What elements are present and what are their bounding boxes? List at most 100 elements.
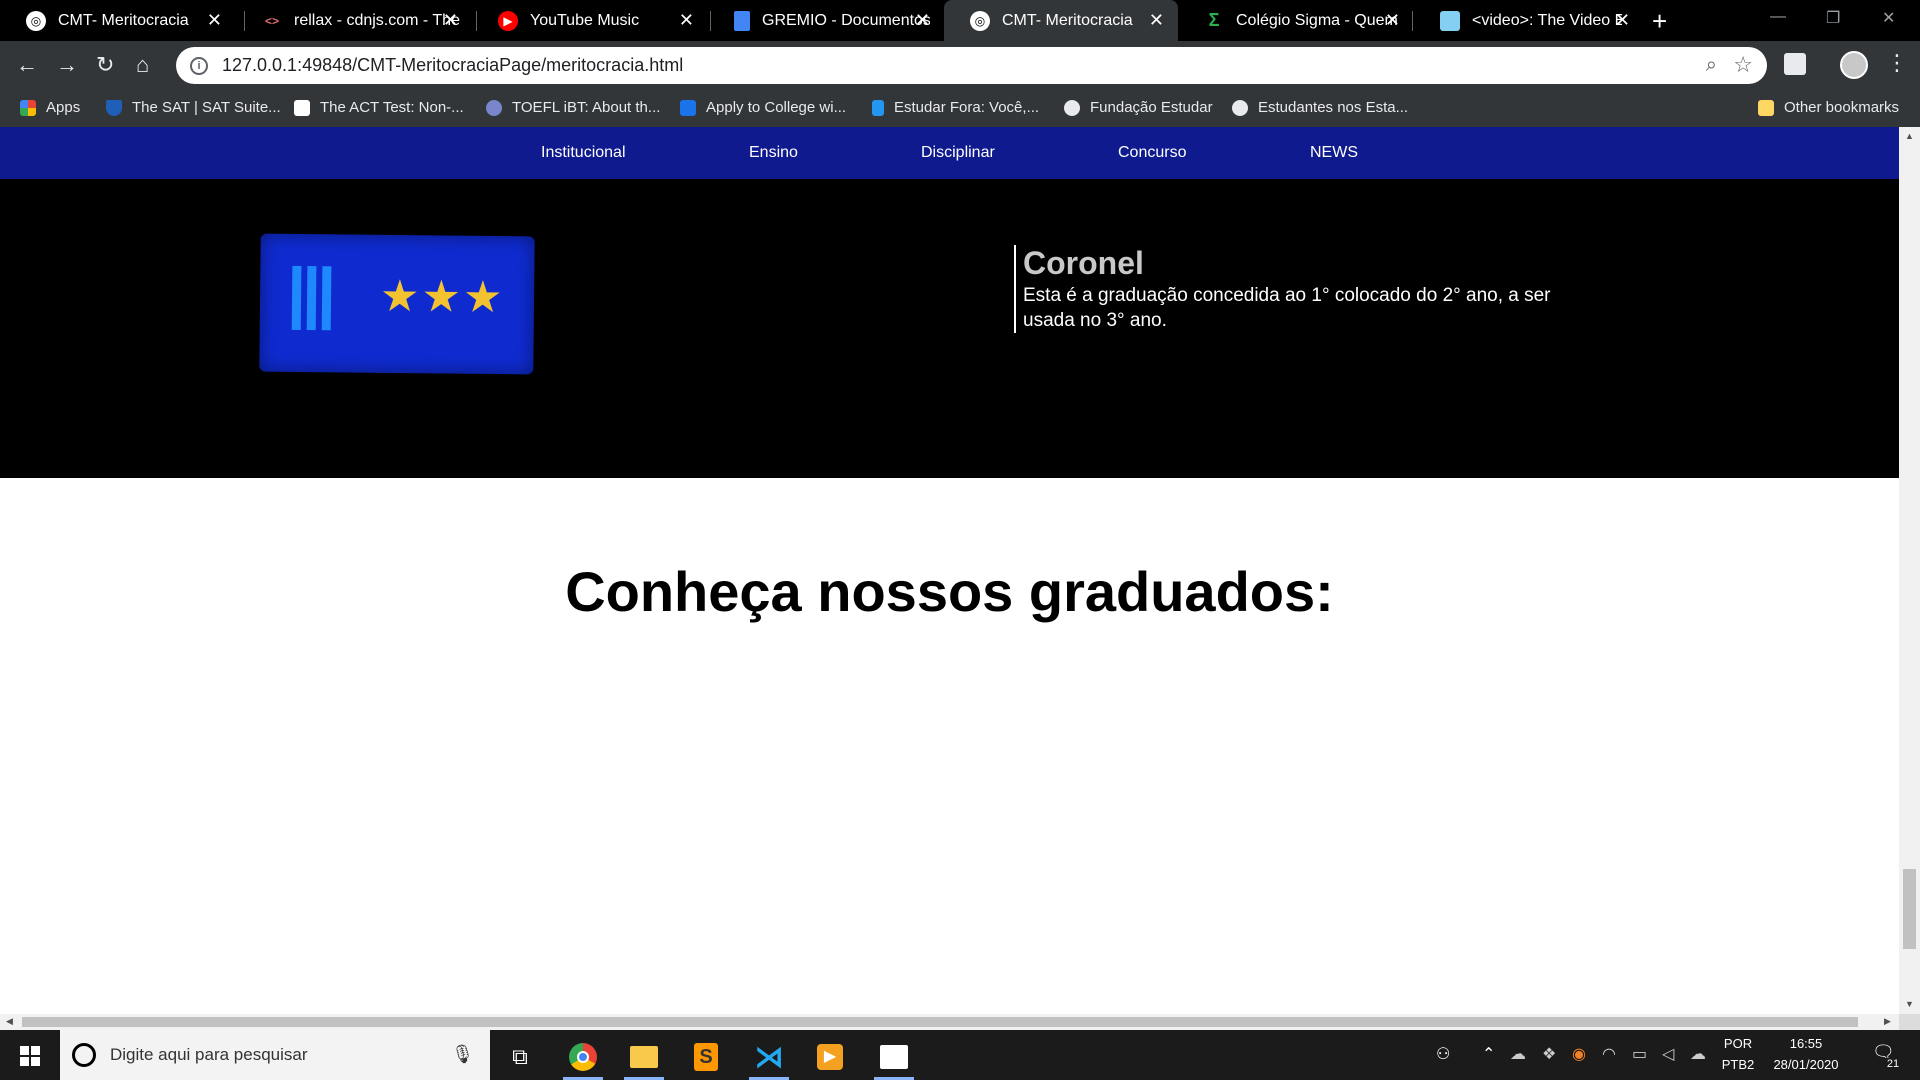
estudar-fora-icon — [872, 99, 884, 116]
tray-app-icon[interactable]: ◉ — [1572, 1044, 1586, 1064]
close-window-icon[interactable]: ✕ — [1882, 8, 1895, 28]
close-icon[interactable]: ✕ — [915, 10, 930, 31]
ets-icon — [486, 99, 502, 116]
shield-icon — [106, 99, 122, 116]
close-icon[interactable]: ✕ — [1385, 10, 1400, 31]
tab-strip: ◎ CMT- Meritocracia ✕ <> rellax - cdnjs.… — [0, 0, 1920, 41]
task-view-icon[interactable]: ⧉ — [500, 1037, 540, 1077]
coronel-insignia-image: ★★★ — [259, 233, 535, 375]
bookmark-label: Other bookmarks — [1784, 99, 1900, 116]
close-icon[interactable]: ✕ — [207, 10, 222, 31]
more-menu-icon[interactable]: ⋮ — [1886, 50, 1908, 76]
video-editor-icon[interactable] — [874, 1037, 914, 1080]
tab-youtube-music[interactable]: ▶ YouTube Music ✕ — [472, 0, 708, 41]
wifi-icon[interactable]: ◠ — [1602, 1044, 1616, 1064]
windows-taskbar: Digite aqui para pesquisar 🎙 ⧉ S ⋊ ▶ ⚇ ⌃… — [0, 1030, 1920, 1080]
extension-icon[interactable] — [1784, 53, 1806, 75]
tab-cmt-meritocracia-active[interactable]: ◎ CMT- Meritocracia ✕ — [944, 0, 1178, 41]
tab-title: Colégio Sigma - Quem — [1236, 11, 1398, 29]
vscode-icon[interactable]: ⋊ — [749, 1037, 789, 1080]
battery-icon[interactable]: ▭ — [1632, 1044, 1647, 1064]
bookmark-act[interactable]: The ACT Test: Non-... — [294, 99, 464, 116]
bookmark-sat[interactable]: The SAT | SAT Suite... — [106, 99, 281, 116]
microphone-icon[interactable]: 🎙 — [451, 1044, 474, 1065]
bookmark-apps[interactable]: Apps — [20, 99, 80, 116]
rank-section: ★★★ Coronel Esta é a graduação concedida… — [0, 179, 1899, 478]
zoom-icon[interactable]: ⌕ — [1706, 54, 1717, 77]
cloud-upload-icon[interactable]: ☁ — [1690, 1044, 1706, 1064]
tab-cmt-meritocracia-1[interactable]: ◎ CMT- Meritocracia ✕ — [0, 0, 236, 41]
scrollbar-thumb[interactable] — [1903, 869, 1916, 949]
people-icon[interactable]: ⚇ — [1436, 1044, 1450, 1064]
tab-title: CMT- Meritocracia — [1002, 11, 1133, 29]
back-arrow-icon[interactable]: ← — [16, 52, 38, 78]
bookmark-estudar-fora[interactable]: Estudar Fora: Você,... — [872, 99, 1039, 116]
graduates-heading: Conheça nossos graduados: — [565, 560, 1334, 623]
globe-icon: ◎ — [26, 10, 46, 31]
taskbar-search[interactable]: Digite aqui para pesquisar 🎙 — [60, 1030, 490, 1080]
close-icon[interactable]: ✕ — [1615, 10, 1630, 31]
reload-icon[interactable]: ↻ — [96, 52, 114, 78]
common-app-icon — [680, 99, 696, 116]
sublime-text-icon[interactable]: S — [686, 1037, 726, 1077]
onedrive-error-icon[interactable]: ☁ — [1510, 1044, 1526, 1064]
scroll-right-icon[interactable]: ▶ — [1884, 1016, 1891, 1027]
nav-disciplinar[interactable]: Disciplinar — [921, 144, 995, 162]
chrome-icon[interactable] — [563, 1037, 603, 1080]
vertical-scrollbar[interactable]: ▲ ▼ — [1899, 127, 1920, 1014]
forward-arrow-icon[interactable]: → — [56, 52, 78, 78]
profile-avatar[interactable] — [1840, 51, 1868, 79]
insignia-stripe — [321, 266, 332, 331]
scroll-down-icon[interactable]: ▼ — [1905, 999, 1914, 1009]
info-icon[interactable]: i — [190, 56, 208, 75]
address-bar[interactable]: i 127.0.0.1:49848/CMT-MeritocraciaPage/m… — [176, 47, 1767, 84]
close-icon[interactable]: ✕ — [679, 10, 694, 31]
home-icon[interactable]: ⌂ — [136, 52, 149, 78]
close-icon[interactable]: ✕ — [443, 10, 458, 31]
chevron-up-icon[interactable]: ⌃ — [1482, 1044, 1495, 1064]
tab-separator — [1412, 11, 1413, 31]
close-icon[interactable]: ✕ — [1149, 10, 1164, 31]
scroll-left-icon[interactable]: ◀ — [6, 1016, 13, 1027]
scroll-up-icon[interactable]: ▲ — [1905, 131, 1914, 141]
scrollbar-corner — [1899, 1014, 1920, 1030]
tab-video-element[interactable]: <video>: The Video Em ✕ — [1414, 0, 1644, 41]
tab-colegio-sigma[interactable]: Σ Colégio Sigma - Quem ✕ — [1178, 0, 1414, 41]
nav-institucional[interactable]: Institucional — [541, 144, 626, 162]
input-language-bottom[interactable]: PTB2 — [1716, 1057, 1760, 1072]
nav-concurso[interactable]: Concurso — [1118, 144, 1186, 162]
nav-ensino[interactable]: Ensino — [749, 144, 798, 162]
site-navbar: Institucional Ensino Disciplinar Concurs… — [0, 127, 1899, 179]
bookmark-fundacao-estudar[interactable]: Fundação Estudar — [1064, 99, 1213, 116]
start-button[interactable] — [0, 1030, 60, 1080]
bookmark-estudantes[interactable]: Estudantes nos Esta... — [1232, 99, 1408, 116]
file-explorer-icon[interactable] — [624, 1037, 664, 1080]
tab-gremio-documentos[interactable]: GREMIO - Documentos ✕ — [708, 0, 944, 41]
clock-time[interactable]: 16:55 — [1766, 1036, 1846, 1051]
new-tab-button[interactable]: + — [1652, 6, 1667, 37]
input-language-top[interactable]: POR — [1718, 1036, 1758, 1051]
mdn-icon — [1440, 10, 1460, 31]
bookmark-label: Estudar Fora: Você,... — [894, 99, 1040, 116]
bookmark-label: The ACT Test: Non-... — [320, 99, 464, 116]
bookmark-apply-college[interactable]: Apply to College wi... — [680, 99, 846, 116]
tab-rellax[interactable]: <> rellax - cdnjs.com - The ✕ — [236, 0, 472, 41]
rank-description-block: Coronel Esta é a graduação concedida ao … — [1014, 245, 1594, 333]
dropbox-icon[interactable]: ❖ — [1542, 1044, 1556, 1064]
other-bookmarks[interactable]: Other bookmarks — [1758, 99, 1899, 116]
sigma-icon: Σ — [1208, 10, 1220, 30]
bookmark-toefl[interactable]: TOEFL iBT: About th... — [486, 99, 660, 116]
insignia-stripe — [291, 265, 302, 330]
bookmark-star-icon[interactable]: ☆ — [1733, 52, 1753, 78]
nav-news[interactable]: NEWS — [1310, 144, 1358, 162]
url-text[interactable]: 127.0.0.1:49848/CMT-MeritocraciaPage/mer… — [222, 55, 683, 76]
tab-title: YouTube Music — [530, 11, 640, 29]
volume-icon[interactable]: ◁ — [1662, 1044, 1674, 1064]
media-player-icon[interactable]: ▶ — [810, 1037, 850, 1077]
page-viewport: Institucional Ensino Disciplinar Concurs… — [0, 127, 1899, 1014]
restore-icon[interactable]: ❐ — [1826, 8, 1840, 28]
scrollbar-thumb[interactable] — [22, 1017, 1858, 1027]
minimize-icon[interactable]: — — [1770, 8, 1786, 26]
clock-date[interactable]: 28/01/2020 — [1766, 1057, 1846, 1072]
horizontal-scrollbar[interactable]: ◀ ▶ — [0, 1014, 1899, 1030]
